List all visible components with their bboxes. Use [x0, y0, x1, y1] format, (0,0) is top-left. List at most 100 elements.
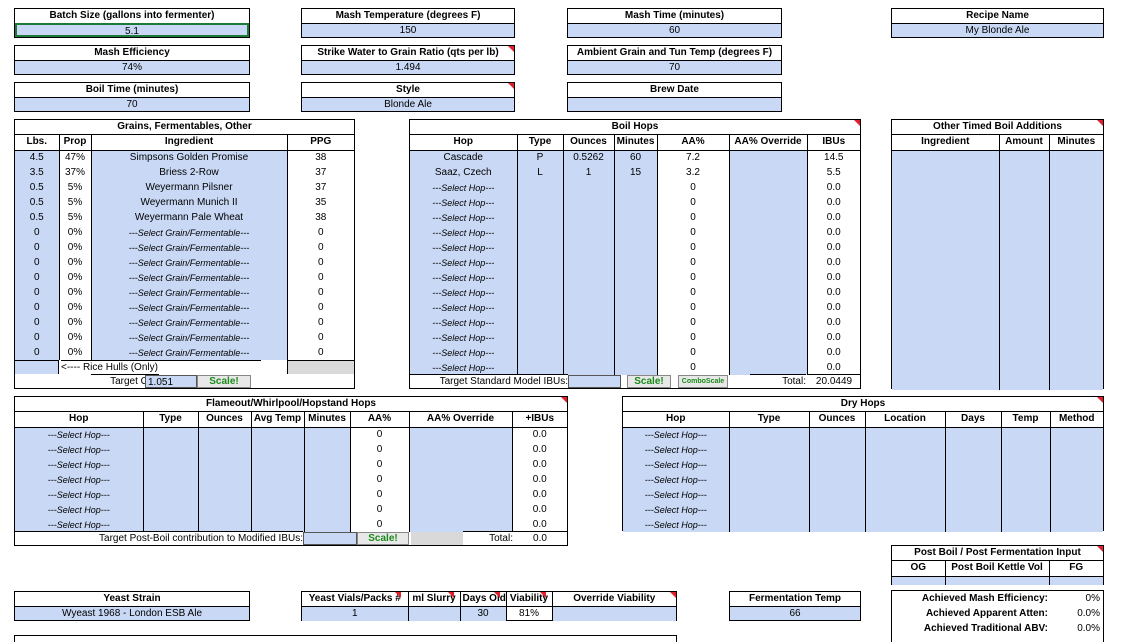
- other-amount-cell[interactable]: [999, 180, 1050, 195]
- hop-ounces-cell[interactable]: [563, 240, 615, 255]
- dry-days-cell[interactable]: [945, 487, 1002, 502]
- other-ingredient-cell[interactable]: [892, 210, 1000, 225]
- other-amount-cell[interactable]: [999, 330, 1050, 345]
- hop-name-cell[interactable]: ---Select Hop---: [410, 180, 518, 195]
- other-minutes-cell[interactable]: [1049, 195, 1103, 210]
- grains-scale-button[interactable]: Scale!: [197, 375, 251, 388]
- fermentation-temp-cell[interactable]: 66: [730, 606, 860, 620]
- dry-method-cell[interactable]: [1050, 472, 1103, 487]
- hop-type-cell[interactable]: [517, 255, 564, 270]
- dry-method-cell[interactable]: [1050, 427, 1103, 442]
- other-ingredient-cell[interactable]: [892, 315, 1000, 330]
- hop-aa-override-cell[interactable]: [729, 285, 808, 300]
- dry-location-cell[interactable]: [865, 487, 946, 502]
- dry-type-cell[interactable]: [729, 472, 810, 487]
- dry-days-cell[interactable]: [945, 427, 1002, 442]
- dry-ounces-cell[interactable]: [809, 472, 866, 487]
- other-minutes-cell[interactable]: [1049, 270, 1103, 285]
- dry-hop-cell[interactable]: ---Select Hop---: [623, 457, 730, 472]
- flame-ounces-cell[interactable]: [198, 472, 252, 487]
- other-amount-cell[interactable]: [999, 150, 1050, 165]
- flame-hop-cell[interactable]: ---Select Hop---: [15, 517, 144, 532]
- mash-time-cell[interactable]: 60: [568, 23, 781, 37]
- style-cell[interactable]: Blonde Ale: [302, 97, 514, 111]
- flame-ounces-cell[interactable]: [198, 487, 252, 502]
- hop-ounces-cell[interactable]: [563, 285, 615, 300]
- grain-ingredient-cell[interactable]: ---Select Grain/Fermentable---: [91, 330, 288, 345]
- hop-ounces-cell[interactable]: [563, 315, 615, 330]
- grain-ingredient-cell[interactable]: ---Select Grain/Fermentable---: [91, 300, 288, 315]
- boil-time-cell[interactable]: 70: [15, 97, 249, 111]
- dry-days-cell[interactable]: [945, 517, 1002, 532]
- grain-ingredient-cell[interactable]: Briess 2-Row: [91, 165, 288, 180]
- flame-hop-cell[interactable]: ---Select Hop---: [15, 487, 144, 502]
- target-ibus-input[interactable]: [568, 375, 621, 388]
- grain-ingredient-cell[interactable]: ---Select Grain/Fermentable---: [91, 285, 288, 300]
- flame-minutes-cell[interactable]: [304, 502, 351, 517]
- grain-lbs-cell[interactable]: 0.5: [15, 210, 60, 225]
- flame-type-cell[interactable]: [143, 502, 199, 517]
- hop-aa-override-cell[interactable]: [729, 330, 808, 345]
- flameout-scale-button[interactable]: Scale!: [357, 532, 409, 545]
- yeast-slurry-input[interactable]: [408, 606, 461, 621]
- flame-minutes-cell[interactable]: [304, 457, 351, 472]
- grain-ingredient-cell[interactable]: Weyermann Pale Wheat: [91, 210, 288, 225]
- fg-input[interactable]: [1049, 576, 1103, 585]
- hop-minutes-cell[interactable]: [614, 270, 658, 285]
- grain-lbs-cell[interactable]: 0: [15, 300, 60, 315]
- flame-type-cell[interactable]: [143, 427, 199, 442]
- other-ingredient-cell[interactable]: [892, 375, 1000, 390]
- hop-aa-override-cell[interactable]: [729, 165, 808, 180]
- hop-name-cell[interactable]: ---Select Hop---: [410, 255, 518, 270]
- flame-ounces-cell[interactable]: [198, 517, 252, 532]
- dry-hop-cell[interactable]: ---Select Hop---: [623, 502, 730, 517]
- hop-name-cell[interactable]: ---Select Hop---: [410, 210, 518, 225]
- other-amount-cell[interactable]: [999, 225, 1050, 240]
- hop-name-cell[interactable]: ---Select Hop---: [410, 195, 518, 210]
- hop-minutes-cell[interactable]: [614, 240, 658, 255]
- grain-ingredient-cell[interactable]: Weyermann Pilsner: [91, 180, 288, 195]
- other-amount-cell[interactable]: [999, 210, 1050, 225]
- dry-location-cell[interactable]: [865, 472, 946, 487]
- dry-location-cell[interactable]: [865, 442, 946, 457]
- hop-type-cell[interactable]: [517, 285, 564, 300]
- hop-ounces-cell[interactable]: [563, 270, 615, 285]
- other-minutes-cell[interactable]: [1049, 210, 1103, 225]
- hop-type-cell[interactable]: P: [517, 150, 564, 165]
- other-ingredient-cell[interactable]: [892, 285, 1000, 300]
- ambient-temp-cell[interactable]: 70: [568, 60, 781, 74]
- other-ingredient-cell[interactable]: [892, 270, 1000, 285]
- hop-minutes-cell[interactable]: [614, 345, 658, 360]
- hop-aa-override-cell[interactable]: [729, 270, 808, 285]
- hop-name-cell[interactable]: ---Select Hop---: [410, 330, 518, 345]
- flame-hop-cell[interactable]: ---Select Hop---: [15, 442, 144, 457]
- dry-ounces-cell[interactable]: [809, 442, 866, 457]
- hop-type-cell[interactable]: [517, 225, 564, 240]
- dry-type-cell[interactable]: [729, 517, 810, 532]
- other-minutes-cell[interactable]: [1049, 375, 1103, 390]
- grain-lbs-cell[interactable]: 0: [15, 345, 60, 360]
- other-minutes-cell[interactable]: [1049, 345, 1103, 360]
- dry-hop-cell[interactable]: ---Select Hop---: [623, 487, 730, 502]
- grain-lbs-cell[interactable]: 4.5: [15, 150, 60, 165]
- hop-name-cell[interactable]: ---Select Hop---: [410, 315, 518, 330]
- dry-hop-cell[interactable]: ---Select Hop---: [623, 442, 730, 457]
- other-minutes-cell[interactable]: [1049, 150, 1103, 165]
- dry-temp-cell[interactable]: [1001, 517, 1051, 532]
- other-minutes-cell[interactable]: [1049, 225, 1103, 240]
- hop-ounces-cell[interactable]: [563, 345, 615, 360]
- hop-minutes-cell[interactable]: [614, 195, 658, 210]
- other-ingredient-cell[interactable]: [892, 330, 1000, 345]
- hop-minutes-cell[interactable]: [614, 255, 658, 270]
- grain-ingredient-cell[interactable]: Simpsons Golden Promise: [91, 150, 288, 165]
- grain-lbs-cell[interactable]: 0: [15, 330, 60, 345]
- flame-avg-temp-cell[interactable]: [251, 517, 305, 532]
- brew-date-cell[interactable]: [568, 97, 781, 111]
- flame-aa-override-cell[interactable]: [409, 502, 513, 517]
- dry-days-cell[interactable]: [945, 502, 1002, 517]
- dry-type-cell[interactable]: [729, 502, 810, 517]
- dry-temp-cell[interactable]: [1001, 487, 1051, 502]
- dry-type-cell[interactable]: [729, 457, 810, 472]
- hop-ounces-cell[interactable]: [563, 300, 615, 315]
- dry-temp-cell[interactable]: [1001, 472, 1051, 487]
